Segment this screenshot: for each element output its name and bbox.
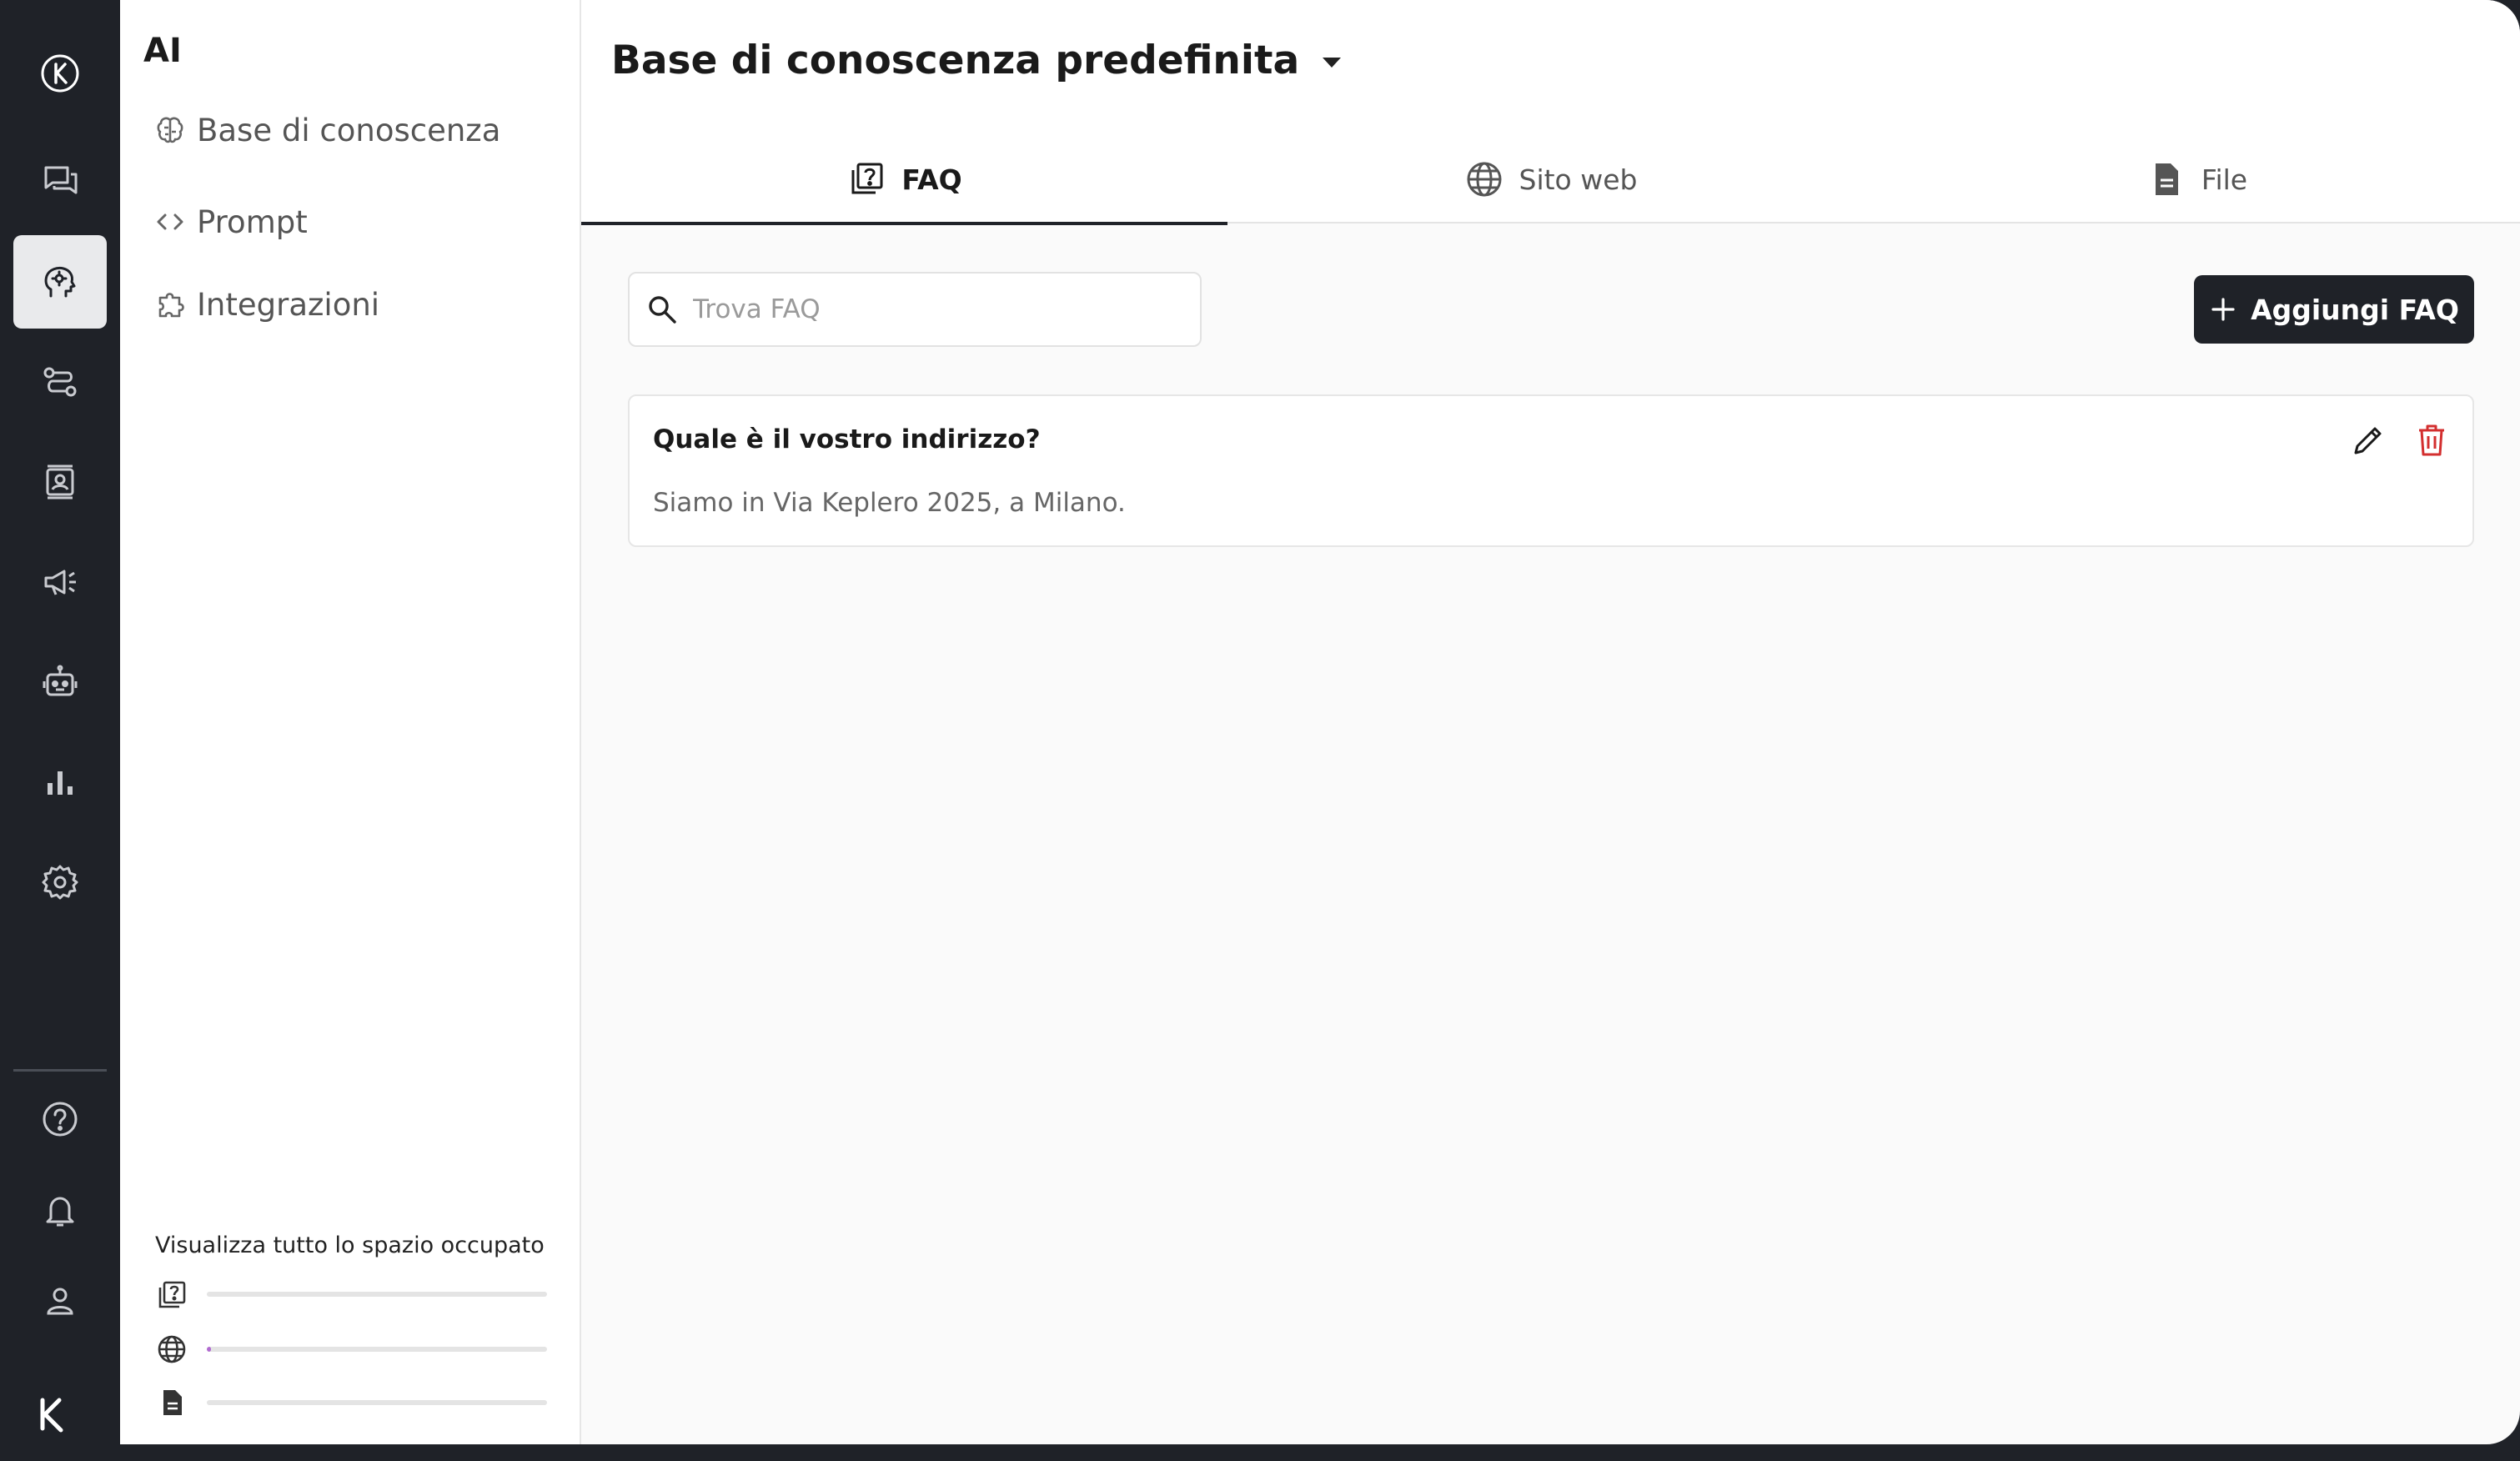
tab-bar: FAQ Sito web File <box>581 135 2520 225</box>
main-header: Base di conoscenza predefinita FAQ Sito … <box>581 0 2520 225</box>
puzzle-icon <box>158 293 184 318</box>
usage-title[interactable]: Visualizza tutto lo spazio occupato <box>155 1233 545 1258</box>
knowledge-base-selector[interactable]: Base di conoscenza predefinita <box>611 32 1342 88</box>
routes-icon[interactable] <box>13 335 107 429</box>
tab-label: Sito web <box>1519 163 1638 196</box>
main-panel: Base di conoscenza predefinita FAQ Sito … <box>581 0 2520 1444</box>
code-icon <box>157 213 183 230</box>
brain-icon <box>157 117 183 143</box>
sidebar-item-label: Integrazioni <box>197 286 380 323</box>
bell-icon[interactable] <box>13 1164 107 1258</box>
faq-actions <box>2349 421 2451 459</box>
tab-label: File <box>2201 163 2248 196</box>
usage-bar-file <box>207 1400 547 1405</box>
tab-website[interactable]: Sito web <box>1227 135 1874 223</box>
sidebar-item-integrations[interactable]: Integrazioni <box>153 279 379 329</box>
icon-rail <box>0 0 120 1444</box>
usage-row-website <box>155 1331 547 1368</box>
trash-icon[interactable] <box>2412 421 2451 459</box>
user-icon[interactable] <box>13 1254 107 1348</box>
brand-mark-icon <box>5 1368 98 1461</box>
sidebar-item-prompt[interactable]: Prompt <box>153 197 308 247</box>
tab-file[interactable]: File <box>1874 135 2520 223</box>
faq-icon <box>158 1281 186 1308</box>
chat-icon[interactable] <box>13 133 107 227</box>
knowledge-base-title: Base di conoscenza predefinita <box>611 37 1300 83</box>
faq-answer: Siamo in Via Keplero 2025, a Milano. <box>653 488 1126 518</box>
caret-down-icon <box>1323 58 1342 68</box>
analytics-icon[interactable] <box>13 736 107 829</box>
usage-fill <box>207 1347 211 1352</box>
file-icon <box>2155 163 2178 195</box>
sidebar-item-knowledge-base[interactable]: Base di conoscenza <box>153 105 500 155</box>
add-faq-label: Aggiungi FAQ <box>2251 293 2459 326</box>
logo-icon[interactable] <box>13 27 107 120</box>
megaphone-icon[interactable] <box>13 535 107 629</box>
faq-question: Quale è il vostro indirizzo? <box>653 424 1041 454</box>
faq-item: Quale è il vostro indirizzo? Siamo in Vi… <box>628 394 2474 547</box>
plus-icon <box>2211 298 2235 321</box>
edit-pencil-icon[interactable] <box>2349 421 2387 459</box>
robot-icon[interactable] <box>13 635 107 729</box>
file-icon <box>163 1390 182 1415</box>
section-sidebar: AI Base di conoscenza Prompt Integrazion… <box>120 0 581 1444</box>
app-frame: AI Base di conoscenza Prompt Integrazion… <box>0 0 2520 1444</box>
contacts-icon[interactable] <box>13 435 107 529</box>
globe-icon <box>158 1335 186 1363</box>
faq-icon <box>851 163 883 194</box>
search-icon <box>649 296 676 324</box>
usage-row-faq <box>155 1276 547 1313</box>
search-input[interactable] <box>693 294 1177 324</box>
usage-bar-website <box>207 1347 547 1352</box>
tab-label: FAQ <box>901 163 962 196</box>
usage-bar-faq <box>207 1292 547 1297</box>
sidebar-item-label: Base di conoscenza <box>197 112 501 148</box>
usage-row-file <box>155 1384 547 1421</box>
tab-faq[interactable]: FAQ <box>581 135 1227 225</box>
rail-divider <box>13 1069 107 1072</box>
add-faq-button[interactable]: Aggiungi FAQ <box>2194 275 2474 344</box>
ai-brain-icon[interactable] <box>13 235 107 329</box>
sidebar-title: AI <box>143 32 182 70</box>
help-icon[interactable] <box>13 1072 107 1166</box>
globe-icon <box>1467 162 1501 197</box>
faq-search[interactable] <box>628 272 1202 347</box>
gear-icon[interactable] <box>13 836 107 929</box>
sidebar-item-label: Prompt <box>197 203 308 240</box>
